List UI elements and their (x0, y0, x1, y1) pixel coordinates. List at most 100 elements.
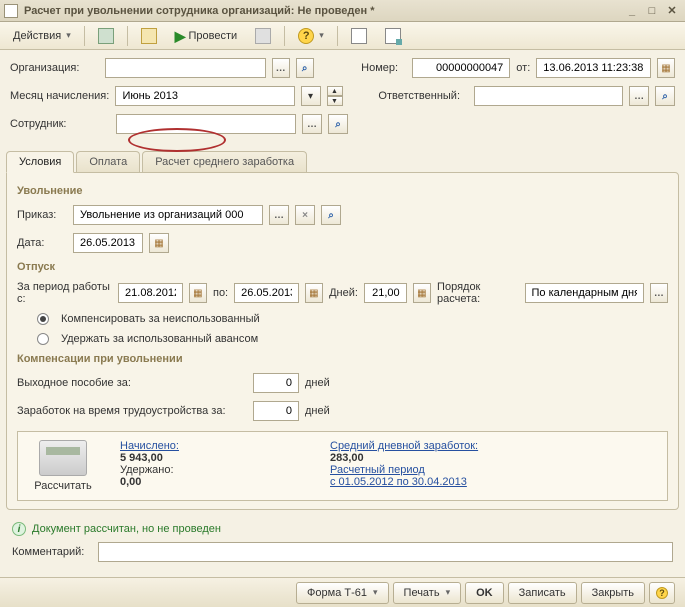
radio-compensate[interactable] (37, 313, 49, 325)
window-doc-icon (4, 4, 18, 18)
withheld-value: 0,00 (120, 476, 310, 488)
number-input[interactable] (412, 58, 511, 78)
close-button[interactable]: Закрыть (581, 582, 645, 604)
comment-input[interactable] (98, 542, 673, 562)
from-date-input[interactable] (536, 58, 651, 78)
emp-label: Сотрудник: (10, 118, 110, 130)
tool-list1-button[interactable] (344, 25, 374, 47)
org-ellipsis-button[interactable]: … (272, 58, 290, 78)
tab-payment[interactable]: Оплата (76, 151, 140, 172)
form-t61-button[interactable]: Форма Т-61 (296, 582, 388, 604)
severance-input[interactable] (253, 373, 299, 393)
month-dropdown-button[interactable]: ▾ (301, 86, 321, 106)
emp-input[interactable] (116, 114, 296, 134)
month-spin-up[interactable]: ▲ (327, 86, 343, 96)
resp-label: Ответственный: (378, 90, 468, 102)
accrued-value: 5 943,00 (120, 452, 310, 464)
period-to-input[interactable] (234, 283, 299, 303)
earn-input[interactable] (253, 401, 299, 421)
avg-value: 283,00 (330, 452, 478, 464)
calc-order-label: Порядок расчета: (437, 281, 518, 305)
resp-search-button[interactable]: ⌕ (655, 86, 675, 106)
calculate-button[interactable]: Рассчитать (26, 440, 100, 492)
emp-search-button[interactable]: ⌕ (328, 114, 348, 134)
tab-conditions[interactable]: Условия (6, 151, 74, 173)
days-calc-button[interactable]: ▦ (413, 283, 431, 303)
period-from-label: За период работы с: (17, 281, 112, 305)
order-ellipsis-button[interactable]: … (269, 205, 289, 225)
month-label: Месяц начисления: (10, 90, 109, 102)
list2-icon (385, 28, 401, 44)
period-link-label[interactable]: Расчетный период (330, 464, 478, 476)
earn-label: Заработок на время трудоустройства за: (17, 405, 247, 417)
days-input[interactable] (364, 283, 407, 303)
comment-label: Комментарий: (12, 546, 92, 558)
resp-input[interactable] (474, 86, 623, 106)
status-text: Документ рассчитан, но не проведен (32, 523, 221, 535)
number-label: Номер: (361, 62, 405, 74)
calc-order-ellipsis-button[interactable]: … (650, 283, 668, 303)
resp-ellipsis-button[interactable]: … (629, 86, 649, 106)
from-label: от: (516, 62, 530, 74)
period-link-value[interactable]: с 01.05.2012 по 30.04.2013 (330, 476, 478, 488)
days-label: Дней: (329, 287, 358, 299)
dismiss-date-input[interactable] (73, 233, 143, 253)
order-clear-button[interactable]: × (295, 205, 315, 225)
help-menu[interactable]: ? (291, 25, 331, 47)
window-title: Расчет при увольнении сотрудника организ… (24, 5, 375, 17)
minimize-button[interactable]: _ (623, 3, 641, 19)
radio-withhold[interactable] (37, 333, 49, 345)
tool-launch-button[interactable] (134, 25, 164, 47)
order-search-button[interactable]: ⌕ (321, 205, 341, 225)
maximize-button[interactable]: □ (643, 3, 661, 19)
help-mini-icon: ? (656, 587, 668, 599)
withheld-label: Удержано: (120, 464, 310, 476)
doc-icon (98, 28, 114, 44)
calculator-icon (39, 440, 87, 476)
post-button[interactable]: ▶ Провести (168, 25, 244, 47)
save-button[interactable]: Записать (508, 582, 577, 604)
order-input[interactable] (73, 205, 263, 225)
avg-label[interactable]: Средний дневной заработок: (330, 440, 478, 452)
period-from-calendar-button[interactable]: ▦ (189, 283, 207, 303)
help-footer-button[interactable]: ? (649, 582, 675, 604)
org-search-button[interactable]: ⌕ (296, 58, 314, 78)
tool-list2-button[interactable] (378, 25, 408, 47)
gear-icon (255, 28, 271, 44)
calculate-label: Рассчитать (26, 480, 100, 492)
period-from-input[interactable] (118, 283, 183, 303)
calc-order-input[interactable] (525, 283, 644, 303)
earn-unit: дней (305, 405, 330, 417)
radio-compensate-label: Компенсировать за неиспользованный (61, 313, 260, 325)
period-to-label: по: (213, 287, 228, 299)
actions-menu[interactable]: Действия (6, 25, 78, 47)
close-window-button[interactable]: ✕ (663, 3, 681, 19)
print-button[interactable]: Печать (393, 582, 462, 604)
tool-gear-button[interactable] (248, 25, 278, 47)
org-label: Организация: (10, 62, 99, 74)
month-spin[interactable]: ▲ ▼ (327, 86, 343, 106)
period-to-calendar-button[interactable]: ▦ (305, 283, 323, 303)
month-input[interactable] (115, 86, 294, 106)
launch-icon (141, 28, 157, 44)
severance-label: Выходное пособие за: (17, 377, 247, 389)
month-spin-down[interactable]: ▼ (327, 96, 343, 106)
list-icon (351, 28, 367, 44)
emp-ellipsis-button[interactable]: … (302, 114, 322, 134)
run-icon: ▶ (175, 29, 186, 43)
post-label: Провести (189, 30, 238, 42)
dismiss-section-title: Увольнение (17, 185, 668, 197)
from-date-calendar-button[interactable]: ▦ (657, 58, 675, 78)
radio-withhold-label: Удержать за использованный авансом (61, 333, 258, 345)
tool-doc-button[interactable] (91, 25, 121, 47)
accrued-label[interactable]: Начислено: (120, 440, 310, 452)
vacation-section-title: Отпуск (17, 261, 668, 273)
tab-avg-calc[interactable]: Расчет среднего заработка (142, 151, 307, 172)
actions-label: Действия (13, 30, 61, 42)
ok-button[interactable]: OK (465, 582, 504, 604)
org-input[interactable] (105, 58, 266, 78)
info-icon: i (12, 522, 26, 536)
comp-section-title: Компенсации при увольнении (17, 353, 668, 365)
dismiss-date-calendar-button[interactable]: ▦ (149, 233, 169, 253)
dismiss-date-label: Дата: (17, 237, 67, 249)
